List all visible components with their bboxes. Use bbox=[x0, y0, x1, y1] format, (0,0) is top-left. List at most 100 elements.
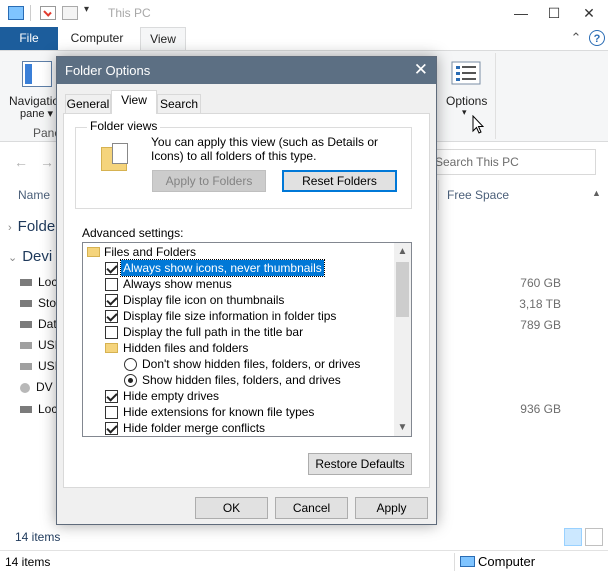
maximize-icon[interactable]: ☐ bbox=[539, 0, 569, 27]
dialog-title: Folder Options bbox=[65, 63, 151, 78]
drive-label: USI bbox=[38, 359, 59, 373]
folder-options-dialog: Folder Options ✕ General View Search Fol… bbox=[56, 56, 437, 525]
advanced-settings-scrollbar[interactable]: ▲ ▼ bbox=[394, 243, 411, 436]
drive-item[interactable]: DV bbox=[20, 380, 53, 396]
drive-label: Sto bbox=[38, 296, 57, 310]
scroll-up-icon[interactable]: ▲ bbox=[592, 188, 601, 198]
apply-button[interactable]: Apply bbox=[355, 497, 428, 519]
advanced-item-label[interactable]: Show hidden files, folders, and drives bbox=[142, 372, 341, 388]
drive-icon bbox=[20, 279, 32, 287]
apply-to-folders-button[interactable]: Apply to Folders bbox=[152, 170, 266, 192]
tab-computer[interactable]: Computer bbox=[66, 27, 128, 50]
checkbox[interactable] bbox=[105, 262, 118, 275]
checkbox[interactable] bbox=[105, 278, 118, 291]
chevron-right-icon[interactable]: › bbox=[8, 222, 12, 234]
column-header-free-space[interactable]: Free Space bbox=[447, 188, 509, 202]
tab-search[interactable]: Search bbox=[157, 94, 201, 113]
checkbox[interactable] bbox=[105, 310, 118, 323]
advanced-item-label[interactable]: Display file size information in folder … bbox=[123, 308, 336, 324]
radio-button[interactable] bbox=[124, 374, 137, 387]
advanced-settings-list[interactable]: Files and Folders Always show icons, nev… bbox=[82, 242, 412, 437]
drive-label: DV bbox=[36, 380, 53, 394]
drive-item[interactable]: USI bbox=[20, 338, 58, 354]
status-divider bbox=[454, 553, 455, 571]
drive-label: Dat bbox=[38, 317, 57, 331]
checkbox[interactable] bbox=[105, 294, 118, 307]
dialog-titlebar[interactable]: Folder Options ✕ bbox=[57, 57, 436, 84]
scroll-up-icon[interactable]: ▲ bbox=[394, 243, 411, 260]
drive-item[interactable]: Loc bbox=[20, 275, 57, 291]
chevron-down-icon[interactable]: ⌄ bbox=[8, 252, 17, 264]
tab-view[interactable]: View bbox=[111, 90, 157, 114]
advanced-item-label[interactable]: Always show icons, never thumbnails bbox=[120, 259, 325, 277]
checkbox[interactable] bbox=[105, 406, 118, 419]
drive-label: Loc bbox=[38, 275, 58, 289]
free-space-value: 936 GB bbox=[520, 402, 561, 416]
options-button-label[interactable]: Options bbox=[446, 94, 487, 108]
advanced-settings-label: Advanced settings: bbox=[82, 226, 184, 240]
scrollbar-thumb[interactable] bbox=[396, 262, 409, 317]
checkbox[interactable] bbox=[105, 390, 118, 403]
sidebar-folders-label: Folde bbox=[17, 218, 56, 235]
checkbox[interactable] bbox=[105, 326, 118, 339]
sidebar-devices-label: Devi bbox=[22, 248, 53, 265]
advanced-item-label[interactable]: Always show menus bbox=[123, 276, 232, 292]
sidebar-devices[interactable]: ⌄ Devi bbox=[8, 248, 52, 265]
checkbox[interactable] bbox=[105, 422, 118, 435]
free-space-value: 3,18 TB bbox=[519, 297, 561, 311]
reset-folders-button[interactable]: Reset Folders bbox=[282, 170, 397, 192]
options-icon[interactable] bbox=[451, 61, 481, 89]
status-item-count: 14 items bbox=[5, 555, 51, 569]
large-icons-view-button[interactable] bbox=[585, 528, 603, 546]
cancel-button[interactable]: Cancel bbox=[275, 497, 348, 519]
radio-button[interactable] bbox=[124, 358, 137, 371]
explorer-scrollbar[interactable]: ▲ bbox=[584, 180, 608, 550]
advanced-item-label[interactable]: Display the full path in the title bar bbox=[123, 324, 303, 340]
ribbon-divider bbox=[495, 53, 496, 139]
help-icon[interactable]: ? bbox=[589, 30, 605, 46]
column-header-name[interactable]: Name bbox=[18, 188, 50, 202]
options-dropdown-arrow[interactable]: ▾ bbox=[462, 107, 467, 118]
advanced-item-label[interactable]: Hide folder merge conflicts bbox=[123, 420, 265, 436]
tab-general[interactable]: General bbox=[65, 94, 111, 113]
advanced-item-label[interactable]: Don't show hidden files, folders, or dri… bbox=[142, 356, 360, 372]
collapse-ribbon-icon[interactable]: ⌃ bbox=[568, 30, 584, 46]
advanced-item-label[interactable]: Hide extensions for known file types bbox=[123, 404, 314, 420]
usb-drive-icon bbox=[20, 363, 32, 371]
sidebar-folders[interactable]: › Folde bbox=[8, 218, 55, 235]
drive-label: Loc bbox=[38, 402, 58, 416]
advanced-item-label[interactable]: Hide empty drives bbox=[123, 388, 219, 404]
usb-drive-icon bbox=[20, 342, 32, 350]
search-input[interactable]: Search This PC bbox=[428, 149, 596, 175]
folder-icon bbox=[87, 247, 100, 257]
tab-file[interactable]: File bbox=[0, 27, 58, 50]
item-count: 14 items bbox=[15, 530, 61, 544]
close-icon[interactable]: ✕ bbox=[574, 0, 604, 27]
drive-item[interactable]: Sto bbox=[20, 296, 56, 312]
drive-icon bbox=[20, 406, 32, 414]
tab-view[interactable]: View bbox=[140, 27, 186, 50]
new-folder-icon[interactable] bbox=[62, 6, 78, 20]
minimize-icon[interactable]: — bbox=[506, 0, 536, 27]
scroll-down-icon[interactable]: ▼ bbox=[394, 419, 411, 436]
properties-icon[interactable] bbox=[40, 6, 56, 20]
mouse-cursor-icon bbox=[472, 115, 484, 134]
navigation-pane-label-2[interactable]: pane ▾ bbox=[20, 107, 53, 120]
drive-item[interactable]: Loc bbox=[20, 402, 57, 418]
details-view-button[interactable] bbox=[564, 528, 582, 546]
free-space-value: 789 GB bbox=[520, 318, 561, 332]
advanced-item-label[interactable]: Display file icon on thumbnails bbox=[123, 292, 284, 308]
qat-dropdown-icon[interactable]: ▾ bbox=[84, 4, 89, 15]
drive-label: USI bbox=[38, 338, 59, 352]
folder-views-icon bbox=[101, 143, 128, 171]
column-divider bbox=[438, 180, 439, 210]
navigation-pane-icon[interactable] bbox=[22, 61, 52, 87]
back-arrow-icon[interactable]: ← bbox=[14, 154, 28, 170]
ok-button[interactable]: OK bbox=[195, 497, 268, 519]
forward-arrow-icon[interactable]: → bbox=[40, 154, 54, 170]
drive-item[interactable]: Dat bbox=[20, 317, 57, 333]
advanced-item-label: Files and Folders bbox=[104, 245, 197, 259]
drive-item[interactable]: USI bbox=[20, 359, 58, 375]
restore-defaults-button[interactable]: Restore Defaults bbox=[308, 453, 412, 475]
close-icon[interactable]: ✕ bbox=[414, 60, 428, 80]
